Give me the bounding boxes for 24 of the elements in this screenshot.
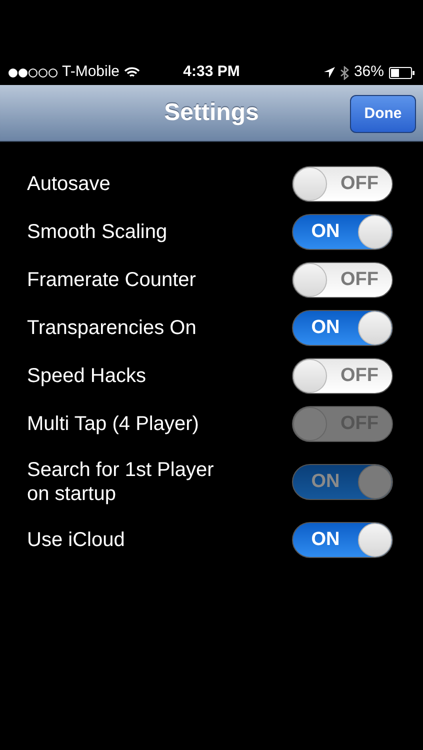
done-button[interactable]: Done (350, 95, 416, 133)
battery-percentage: 36% (354, 62, 384, 82)
location-arrow-icon (324, 67, 335, 78)
toggle-switch[interactable]: ON (292, 310, 393, 346)
toggle-switch[interactable]: ON (292, 214, 393, 250)
carrier-name: T-Mobile (62, 62, 120, 82)
battery-icon (388, 66, 415, 78)
toggle-switch[interactable]: OFF (292, 166, 393, 202)
signal-strength-icon (8, 68, 58, 78)
toggle-switch[interactable]: OFF (292, 262, 393, 298)
setting-label: Transparencies On (27, 316, 198, 340)
setting-label: Multi Tap (4 Player) (27, 412, 200, 436)
setting-label: Framerate Counter (27, 268, 197, 292)
setting-label: Autosave (27, 172, 112, 196)
setting-label: Smooth Scaling (27, 220, 168, 244)
toggle-switch[interactable]: OFF (292, 358, 393, 394)
wifi-icon (124, 66, 140, 78)
clock-time: 4:33 PM (183, 62, 240, 82)
setting-label: Use iCloud (27, 528, 126, 552)
navigation-title: Settings (164, 98, 259, 128)
setting-label: Speed Hacks (27, 364, 147, 388)
bluetooth-icon (340, 66, 349, 80)
setting-label: Search for 1st Player on startup (27, 458, 215, 506)
toggle-switch[interactable]: ON (292, 522, 393, 558)
